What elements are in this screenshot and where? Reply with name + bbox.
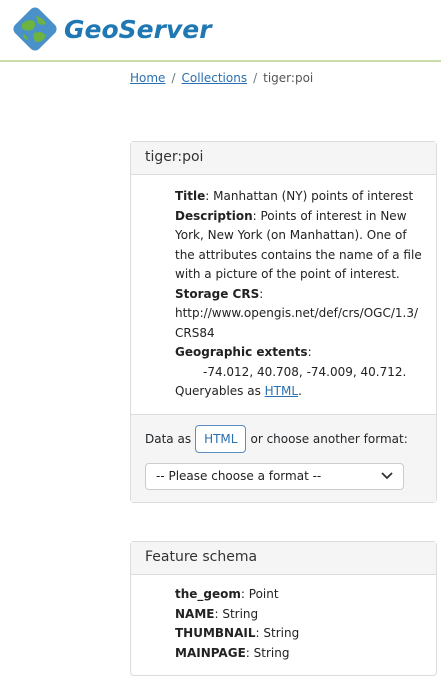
field-name: MAINPAGE — [175, 645, 246, 660]
html-format-button[interactable]: HTML — [195, 424, 247, 453]
description-label: Description — [175, 208, 253, 223]
choose-format-label: or choose another format: — [250, 431, 408, 446]
collection-details: Title: Manhattan (NY) points of interest… — [131, 175, 436, 414]
schema-field-row: THUMBNAIL: String — [175, 624, 422, 644]
format-select-value: -- Please choose a format -- — [156, 469, 322, 483]
description-row: Description: Points of interest in New Y… — [175, 207, 422, 285]
queryables-row: Queryables as HTML. — [175, 382, 422, 402]
header: GeoServer — [0, 0, 441, 62]
schema-fields: the_geom: Point NAME: String THUMBNAIL: … — [131, 575, 436, 675]
breadcrumb-separator: / — [253, 71, 258, 85]
crs-colon: : — [259, 286, 264, 301]
field-type: : String — [255, 626, 300, 640]
crs-row: Storage CRS: — [175, 285, 422, 305]
field-name: the_geom — [175, 587, 241, 601]
schema-field-row: the_geom: Point — [175, 585, 422, 605]
chevron-down-icon — [381, 472, 393, 480]
schema-field-row: NAME: String — [175, 605, 422, 625]
extents-value: -74.012, 40.708, -74.009, 40.712. — [203, 364, 407, 379]
collection-card-header: tiger:poi — [131, 142, 436, 175]
field-type: : String — [245, 645, 290, 660]
crs-label: Storage CRS — [175, 286, 260, 301]
breadcrumb-home-link[interactable]: Home — [130, 71, 165, 85]
field-name: THUMBNAIL — [175, 626, 256, 640]
globe-icon — [13, 7, 57, 51]
queryables-prefix: Queryables as — [175, 384, 265, 398]
schema-card: Feature schema the_geom: Point NAME: Str… — [130, 541, 437, 676]
schema-field-row: MAINPAGE: String — [175, 644, 422, 664]
crs-value: http://www.opengis.net/def/crs/OGC/1.3/C… — [175, 306, 419, 340]
collection-card: tiger:poi Title: Manhattan (NY) points o… — [130, 141, 437, 503]
data-as-label: Data as — [145, 431, 192, 446]
format-row: Data as HTML or choose another format: — [145, 424, 422, 453]
format-select[interactable]: -- Please choose a format -- — [145, 462, 404, 490]
queryables-suffix: . — [298, 384, 302, 398]
geoserver-logo[interactable]: GeoServer — [12, 6, 212, 52]
format-footer: Data as HTML or choose another format: -… — [131, 413, 436, 502]
field-type: : Point — [240, 587, 279, 601]
queryables-html-link[interactable]: HTML — [265, 384, 298, 398]
breadcrumb-collections-link[interactable]: Collections — [181, 71, 247, 85]
title-row: Title: Manhattan (NY) points of interest — [175, 187, 422, 207]
title-label: Title — [175, 189, 206, 203]
breadcrumb-separator: / — [171, 71, 176, 85]
breadcrumb: Home / Collections / tiger:poi — [130, 71, 313, 85]
brand-name: GeoServer — [64, 14, 212, 44]
breadcrumb-current: tiger:poi — [263, 71, 314, 85]
schema-card-header: Feature schema — [131, 542, 436, 575]
field-type: : String — [214, 606, 259, 621]
field-name: NAME — [175, 606, 215, 621]
extents-colon: : — [307, 345, 312, 359]
extents-row: Geographic extents: — [175, 343, 422, 363]
extents-label: Geographic extents — [175, 345, 308, 359]
title-value: : Manhattan (NY) points of interest — [205, 189, 414, 203]
